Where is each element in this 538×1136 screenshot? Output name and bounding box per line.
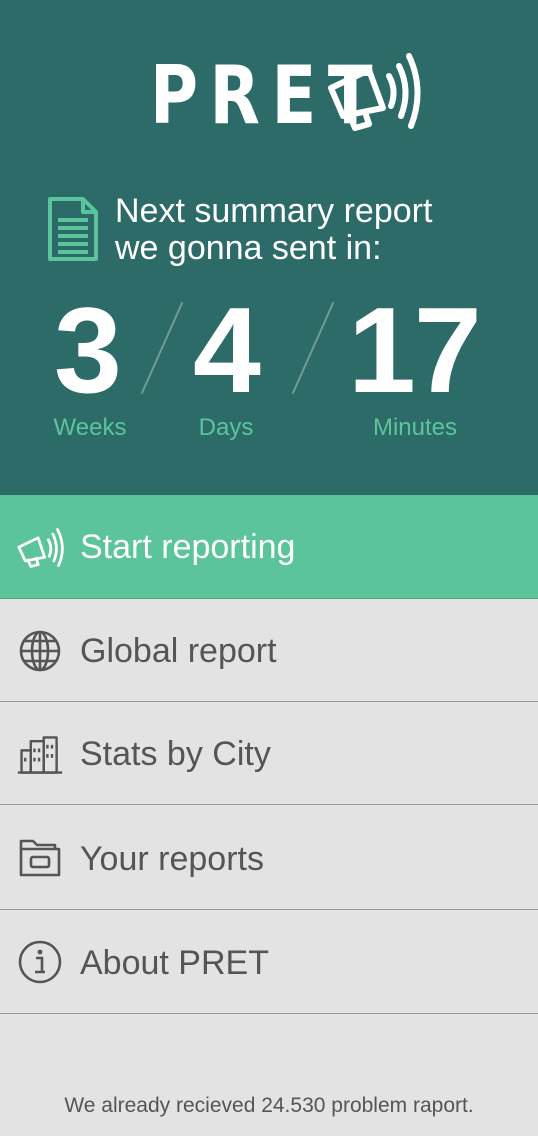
reports-count-note: We already recieved 24.530 problem rapor… (64, 1094, 474, 1117)
menu-item-label: About PRET (80, 944, 269, 982)
header: PRET Next summary report we gonna sent i… (0, 0, 538, 495)
countdown-days-unit: Days (198, 414, 254, 441)
menu-item-label: Stats by City (80, 735, 271, 773)
countdown-days-value: 4 (193, 282, 261, 418)
menu-item-label: Start reporting (80, 528, 296, 566)
next-report-line2: we gonna sent in: (115, 229, 382, 267)
countdown-weeks-value: 3 (54, 282, 122, 418)
menu-item-label: Global report (80, 632, 277, 670)
menu-item-label: Your reports (80, 840, 264, 878)
next-report-line1: Next summary report (115, 192, 433, 230)
countdown-divider (291, 301, 335, 395)
menu-item-stats-by-city[interactable]: Stats by City (0, 702, 538, 805)
countdown-divider (140, 301, 184, 395)
menu-item-about-pret[interactable]: About PRET (0, 910, 538, 1014)
info-icon (18, 940, 62, 984)
megaphone-icon (17, 528, 64, 568)
menu-item-start-reporting[interactable]: Start reporting (0, 495, 538, 599)
buildings-icon (17, 736, 63, 774)
menu-item-global-report[interactable]: Global report (0, 599, 538, 702)
countdown-weeks-unit: Weeks (53, 414, 127, 441)
app-logo: PRET (150, 53, 435, 136)
countdown-minutes-unit: Minutes (372, 414, 458, 441)
countdown-minutes-value: 17 (348, 282, 482, 418)
globe-icon (19, 630, 61, 672)
document-icon (48, 197, 98, 261)
menu-item-your-reports[interactable]: Your reports (0, 805, 538, 910)
megaphone-icon (328, 53, 421, 131)
folder-icon (19, 839, 61, 877)
